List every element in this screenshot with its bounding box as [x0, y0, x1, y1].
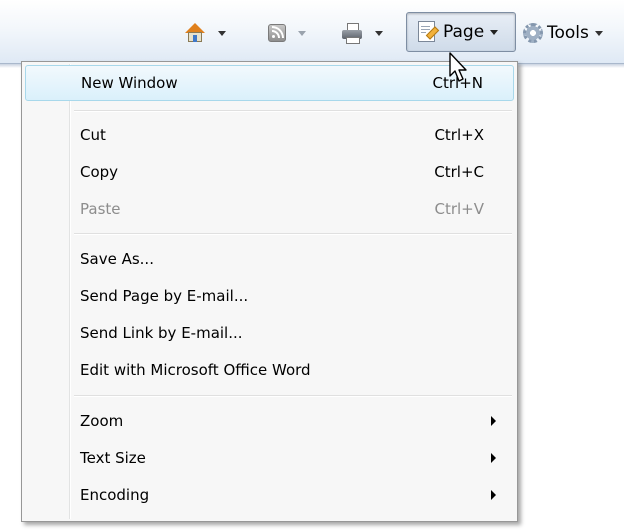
menu-item-zoom[interactable]: Zoom [25, 403, 514, 439]
home-icon [184, 22, 206, 44]
menu-item-encoding[interactable]: Encoding [25, 477, 514, 513]
page-menu-button[interactable]: Page [406, 12, 516, 52]
submenu-arrow-icon [491, 416, 496, 426]
menu-separator [74, 110, 512, 112]
mouse-cursor-icon [449, 52, 467, 82]
command-bar: Page Tools [0, 0, 624, 64]
tools-dropdown-arrow [594, 30, 603, 36]
menu-item-label: Zoom [80, 412, 124, 430]
feeds-dropdown-arrow[interactable] [298, 30, 306, 36]
submenu-arrow-icon [491, 490, 496, 500]
menu-item-shortcut: Ctrl+C [434, 163, 484, 181]
home-button[interactable] [184, 18, 226, 48]
menu-separator [74, 395, 512, 397]
page-dropdown-menu: New Window Ctrl+N Cut Ctrl+X Copy Ctrl+C… [21, 61, 518, 522]
feeds-icon [268, 24, 286, 42]
menu-item-new-window[interactable]: New Window Ctrl+N [25, 65, 514, 101]
menu-item-shortcut: Ctrl+X [434, 126, 484, 144]
menu-item-label: Paste [80, 200, 121, 218]
menu-item-label: Send Page by E-mail... [80, 287, 249, 305]
menu-item-text-size[interactable]: Text Size [25, 440, 514, 476]
menu-item-copy[interactable]: Copy Ctrl+C [25, 154, 514, 190]
menu-item-label: Save As... [80, 250, 154, 268]
menu-item-save-as[interactable]: Save As... [25, 241, 514, 277]
menu-item-send-link[interactable]: Send Link by E-mail... [25, 315, 514, 351]
submenu-arrow-icon [491, 453, 496, 463]
feeds-button[interactable] [268, 18, 306, 48]
page-menu-label: Page [443, 22, 485, 42]
print-button[interactable] [341, 18, 383, 48]
menu-item-label: Cut [80, 126, 106, 144]
page-icon [417, 21, 440, 43]
menu-item-label: Edit with Microsoft Office Word [80, 361, 311, 379]
menu-item-label: Text Size [80, 449, 146, 467]
menu-item-paste[interactable]: Paste Ctrl+V [25, 191, 514, 227]
gear-icon [523, 23, 543, 43]
tools-menu-label: Tools [547, 23, 589, 43]
menu-item-edit-with-word[interactable]: Edit with Microsoft Office Word [25, 352, 514, 388]
menu-item-label: Copy [80, 163, 119, 181]
home-dropdown-arrow[interactable] [218, 30, 226, 36]
tools-menu-button[interactable]: Tools [523, 18, 603, 48]
print-dropdown-arrow[interactable] [375, 30, 383, 36]
menu-item-shortcut: Ctrl+V [434, 200, 484, 218]
page-dropdown-arrow [490, 29, 499, 35]
menu-item-label: Send Link by E-mail... [80, 324, 243, 342]
menu-item-send-page[interactable]: Send Page by E-mail... [25, 278, 514, 314]
menu-item-label: New Window [81, 74, 178, 92]
menu-separator [74, 233, 512, 235]
print-icon [341, 22, 363, 44]
menu-item-label: Encoding [80, 486, 150, 504]
menu-item-cut[interactable]: Cut Ctrl+X [25, 117, 514, 153]
